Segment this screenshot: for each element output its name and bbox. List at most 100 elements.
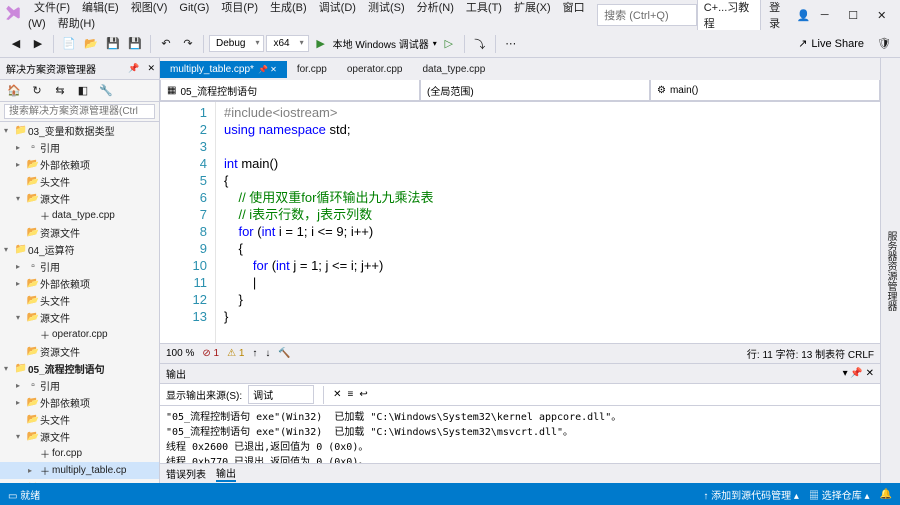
close-button[interactable]: ✕ — [867, 5, 896, 26]
output-text[interactable]: "05_流程控制语句 exe"(Win32) 已加载 "C:\Windows\S… — [160, 406, 880, 463]
menu-扩展(X)[interactable]: 扩展(X) — [508, 0, 557, 18]
login-link[interactable]: 登录 — [769, 0, 789, 31]
tree-node[interactable]: ▾📂源文件 — [0, 190, 159, 207]
status-bar: ▭ 就绪 ↑ 添加到源代码管理 ▴ ▦ 选择仓库 ▴ 🔔 — [0, 483, 900, 505]
tree-node[interactable]: 📂头文件 — [0, 411, 159, 428]
redo-button[interactable]: ↷ — [178, 34, 198, 54]
menu-Git(G)[interactable]: Git(G) — [173, 0, 215, 18]
output-source-dropdown[interactable]: 调试 — [248, 385, 314, 404]
menu-视图(V)[interactable]: 视图(V) — [125, 0, 174, 18]
debug-target[interactable]: 本地 Windows 调试器 — [333, 36, 429, 51]
tree-node[interactable]: ▸▫引用 — [0, 377, 159, 394]
config-dropdown[interactable]: Debug — [209, 35, 264, 52]
nav-fwd-button[interactable]: ▶ — [28, 34, 48, 54]
tree-node[interactable]: 📂资源文件 — [0, 343, 159, 360]
home-icon[interactable]: 🏠 — [4, 81, 24, 101]
save-button[interactable]: 💾 — [103, 34, 123, 54]
tree-node[interactable]: ▸📂外部依赖项 — [0, 275, 159, 292]
new-button[interactable]: 📄 — [59, 34, 79, 54]
menu-生成(B)[interactable]: 生成(B) — [264, 0, 313, 18]
solution-tree[interactable]: ▾📁03_变量和数据类型▸▫引用▸📂外部依赖项 📂头文件▾📂源文件 ＋data_… — [0, 122, 159, 483]
menu-测试(S)[interactable]: 测试(S) — [362, 0, 411, 18]
tree-node[interactable]: ＋data_type.cpp — [0, 207, 159, 224]
select-repo[interactable]: ▦ 选择仓库 ▴ — [809, 487, 870, 502]
solution-search[interactable] — [0, 102, 159, 122]
tab-error-list[interactable]: 错误列表 — [166, 466, 206, 481]
maximize-button[interactable]: ☐ — [839, 5, 868, 26]
tree-node[interactable]: ▸▫引用 — [0, 258, 159, 275]
show-all-icon[interactable]: ◧ — [73, 81, 93, 101]
output-title: 输出 — [166, 366, 186, 381]
editor-status: 100 % ⊘ 1 ⚠ 1 ↑ ↓ 🔨 行: 11 字符: 13 制表符 CRL… — [160, 343, 880, 363]
tree-node[interactable]: ▸📂外部依赖项 — [0, 156, 159, 173]
save-all-button[interactable]: 💾 — [125, 34, 145, 54]
sync-icon[interactable]: ⇆ — [50, 81, 70, 101]
error-count[interactable]: ⊘ 1 — [202, 348, 219, 359]
line-gutter: 12345678910111213 — [160, 102, 216, 343]
global-search[interactable]: 搜索 (Ctrl+Q) — [597, 4, 697, 26]
tree-node[interactable]: ＋operator.cpp — [0, 326, 159, 343]
code-editor[interactable]: #include<iostream>using namespace std;in… — [216, 102, 880, 343]
right-rail[interactable]: 服务器资源管理器 — [880, 58, 900, 483]
tool-button[interactable]: ⋯ — [501, 34, 521, 54]
document-tabs: multiply_table.cpp*📌 ✕for.cppoperator.cp… — [160, 58, 880, 80]
panel-close-icon[interactable]: ✕ — [143, 63, 159, 74]
nav-up-icon[interactable]: ↑ — [252, 348, 257, 359]
menu-分析(N)[interactable]: 分析(N) — [411, 0, 460, 18]
nav-member[interactable]: ⚙main() — [650, 80, 880, 101]
user-icon[interactable]: 👤 — [797, 9, 811, 22]
nav-scope[interactable]: ▦05_流程控制语句 — [160, 80, 420, 101]
tree-node[interactable]: ▾📂源文件 — [0, 428, 159, 445]
menu-工具(T)[interactable]: 工具(T) — [460, 0, 508, 18]
live-share[interactable]: ↗ Live Share — [790, 37, 872, 50]
output-wrap-icon[interactable]: ↩ — [359, 389, 367, 400]
main-toolbar: ◀ ▶ 📄 📂 💾 💾 ↶ ↷ Debug x64 ▶ 本地 Windows 调… — [0, 30, 900, 58]
tree-node[interactable]: 📂资源文件 — [0, 224, 159, 241]
live-share-icon: ↗ — [798, 37, 807, 50]
tab-output[interactable]: 输出 — [216, 465, 236, 482]
tree-node[interactable]: ▾📁05_流程控制语句 — [0, 360, 159, 377]
output-pin-icon[interactable]: ▾ 📌 ✕ — [843, 368, 874, 379]
tree-node[interactable]: ▾📁04_运算符 — [0, 241, 159, 258]
output-clear-icon[interactable]: ✕ — [333, 389, 341, 400]
undo-button[interactable]: ↶ — [156, 34, 176, 54]
title-bar: 文件(F)编辑(E)视图(V)Git(G)项目(P)生成(B)调试(D)测试(S… — [0, 0, 900, 30]
tree-node[interactable]: ▸▫引用 — [0, 139, 159, 156]
output-toggle-icon[interactable]: ≡ — [348, 389, 354, 400]
vs-logo-icon — [4, 5, 22, 25]
doc-tab[interactable]: operator.cpp — [337, 61, 413, 78]
build-icon[interactable]: 🔨 — [278, 348, 290, 359]
pin-icon[interactable]: 📌 — [124, 63, 143, 74]
menu-调试(D)[interactable]: 调试(D) — [313, 0, 362, 18]
tree-node[interactable]: ▾📂源文件 — [0, 309, 159, 326]
menu-项目(P)[interactable]: 项目(P) — [215, 0, 264, 18]
doc-tab[interactable]: for.cpp — [287, 61, 337, 78]
refresh-icon[interactable]: ↻ — [27, 81, 47, 101]
doc-tab[interactable]: data_type.cpp — [412, 61, 495, 78]
start-no-debug-button[interactable]: ▷ — [439, 34, 459, 54]
minimize-button[interactable]: ─ — [810, 5, 839, 25]
tree-node[interactable]: ▸＋multiply_table.cp — [0, 462, 159, 479]
add-source-control[interactable]: ↑ 添加到源代码管理 ▴ — [703, 487, 799, 502]
solution-search-input[interactable] — [4, 104, 155, 119]
platform-dropdown[interactable]: x64 — [266, 35, 308, 52]
nav-back-button[interactable]: ◀ — [6, 34, 26, 54]
tree-node[interactable]: ▾📁03_变量和数据类型 — [0, 122, 159, 139]
open-button[interactable]: 📂 — [81, 34, 101, 54]
warning-count[interactable]: ⚠ 1 — [227, 348, 244, 359]
step-button[interactable]: ⤵ — [470, 34, 490, 54]
notifications-icon[interactable]: 🔔 — [880, 489, 892, 500]
tree-node[interactable]: 📂头文件 — [0, 292, 159, 309]
zoom-level[interactable]: 100 % — [166, 348, 194, 359]
tree-node[interactable]: ▸📂外部依赖项 — [0, 394, 159, 411]
solution-explorer: 解决方案资源管理器 📌 ✕ 🏠 ↻ ⇆ ◧ 🔧 ▾📁03_变量和数据类型▸▫引用… — [0, 58, 160, 483]
tree-node[interactable]: 📂头文件 — [0, 173, 159, 190]
output-source-label: 显示输出来源(S): — [166, 387, 242, 402]
properties-icon[interactable]: 🔧 — [96, 81, 116, 101]
tree-node[interactable]: ＋for.cpp — [0, 445, 159, 462]
start-button[interactable]: ▶ — [311, 34, 331, 54]
admin-icon: 🛡 — [874, 34, 894, 54]
nav-down-icon[interactable]: ↓ — [265, 348, 270, 359]
doc-tab[interactable]: multiply_table.cpp*📌 ✕ — [160, 61, 287, 78]
nav-context[interactable]: (全局范围) — [420, 80, 650, 101]
